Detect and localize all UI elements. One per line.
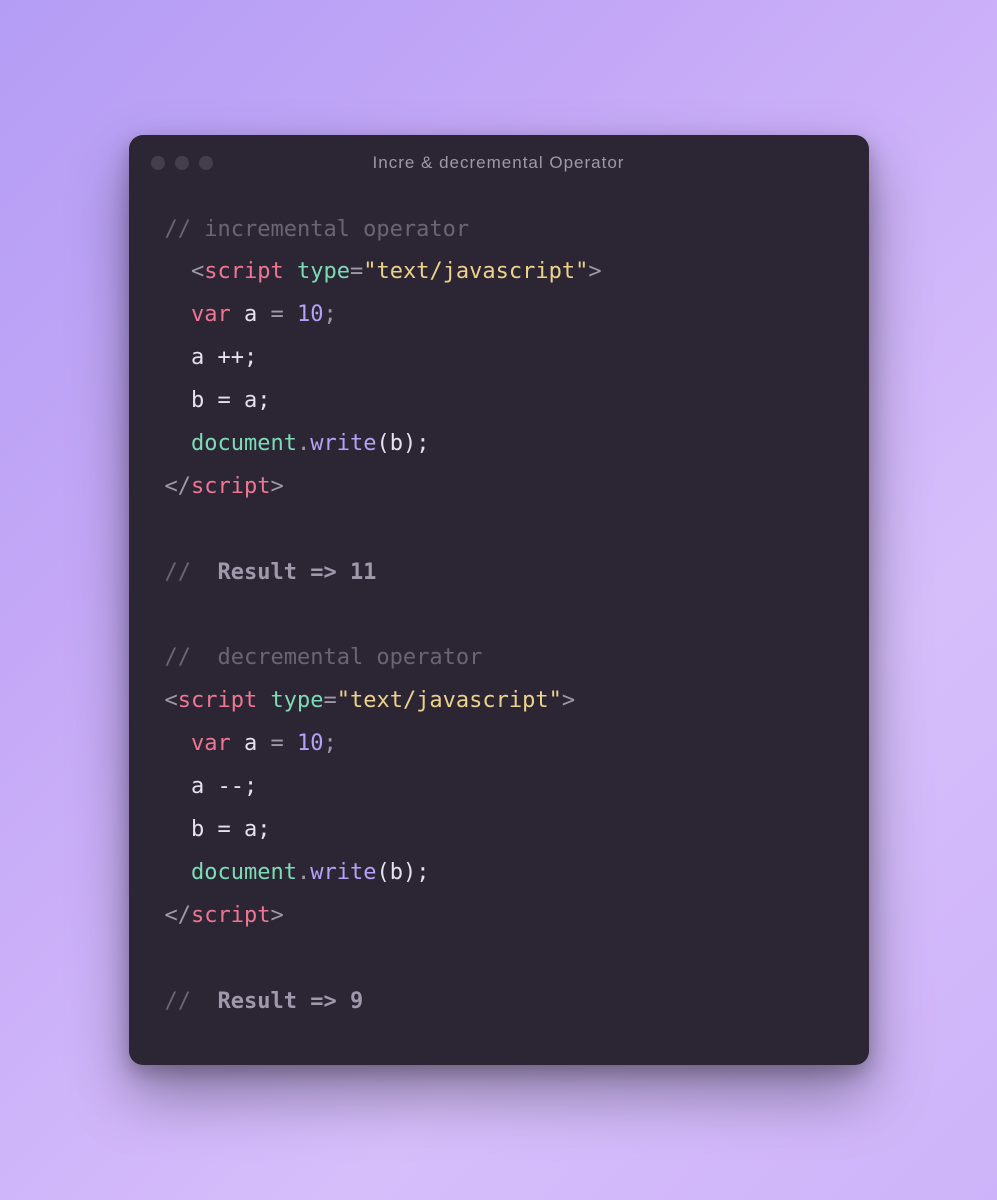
- code-token: >: [270, 903, 283, 928]
- code-token: ;: [324, 731, 337, 756]
- code-token: .: [297, 431, 310, 456]
- window-close-icon[interactable]: [151, 156, 165, 170]
- code-token: ;: [324, 302, 337, 327]
- code-token: script: [204, 259, 283, 284]
- code-result: Result => 9: [191, 989, 363, 1014]
- code-token: (b);: [376, 431, 429, 456]
- code-token: 10: [297, 302, 324, 327]
- code-token: b = a;: [165, 388, 271, 413]
- code-token: "text/javascript": [363, 259, 588, 284]
- code-token: >: [588, 259, 601, 284]
- code-token: a: [231, 731, 271, 756]
- code-token: a --;: [165, 774, 258, 799]
- code-token: =: [350, 259, 363, 284]
- code-token: =: [323, 688, 336, 713]
- window-titlebar: Incre & decremental Operator: [129, 135, 869, 191]
- code-token: a ++;: [165, 345, 258, 370]
- code-token: //: [165, 989, 192, 1014]
- code-token: <: [191, 259, 204, 284]
- code-token: type: [270, 688, 323, 713]
- code-comment: decremental operator: [191, 645, 482, 670]
- code-token: write: [310, 860, 376, 885]
- code-token: var: [191, 731, 231, 756]
- code-result: Result => 11: [191, 560, 376, 585]
- window-title: Incre & decremental Operator: [129, 153, 869, 173]
- code-token: =: [271, 302, 284, 327]
- code-token: <: [165, 688, 178, 713]
- code-token: [284, 731, 297, 756]
- code-token: write: [310, 431, 376, 456]
- window-controls: [151, 156, 213, 170]
- code-token: 10: [297, 731, 324, 756]
- code-token: </: [165, 474, 192, 499]
- code-comment: // incremental operator: [165, 217, 470, 242]
- code-token: b = a;: [165, 817, 271, 842]
- code-token: a: [231, 302, 271, 327]
- code-token: type: [297, 259, 350, 284]
- code-token: >: [562, 688, 575, 713]
- code-token: //: [165, 645, 192, 670]
- code-token: [284, 302, 297, 327]
- code-window: Incre & decremental Operator // incremen…: [129, 135, 869, 1066]
- code-token: script: [191, 474, 270, 499]
- window-minimize-icon[interactable]: [175, 156, 189, 170]
- code-token: .: [297, 860, 310, 885]
- code-token: </: [165, 903, 192, 928]
- code-token: var: [191, 302, 231, 327]
- code-token: document: [191, 860, 297, 885]
- code-token: "text/javascript": [337, 688, 562, 713]
- code-token: //: [165, 560, 192, 585]
- code-token: (b);: [376, 860, 429, 885]
- code-token: script: [191, 903, 270, 928]
- code-token: document: [191, 431, 297, 456]
- window-maximize-icon[interactable]: [199, 156, 213, 170]
- code-token: script: [178, 688, 257, 713]
- code-token: >: [270, 474, 283, 499]
- code-token: =: [271, 731, 284, 756]
- code-block: // incremental operator <script type="te…: [129, 191, 869, 1066]
